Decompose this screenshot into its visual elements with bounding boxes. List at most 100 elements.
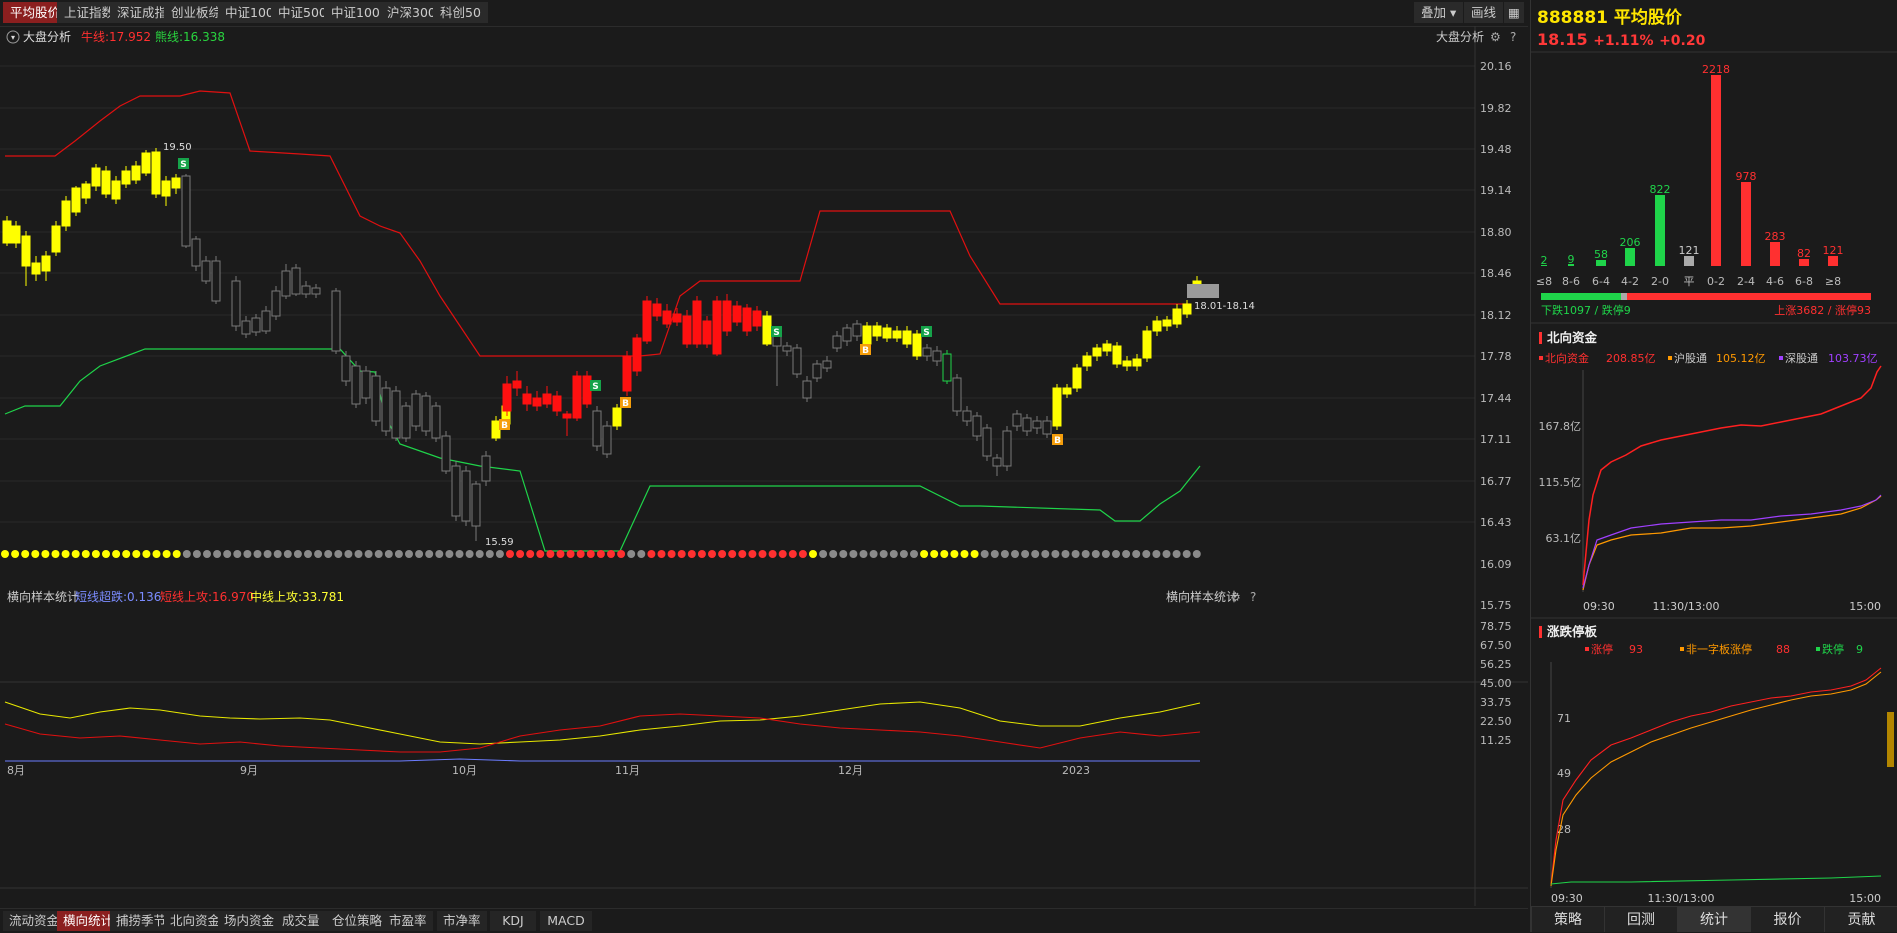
tab-kdj[interactable]: KDJ bbox=[490, 911, 536, 931]
down-ratio-bar bbox=[1541, 293, 1621, 300]
grid-icon[interactable]: ▦ bbox=[1504, 2, 1524, 23]
tab-northbound[interactable]: 北向资金 bbox=[164, 911, 227, 931]
candle-body bbox=[1122, 360, 1132, 367]
candle-body bbox=[602, 425, 612, 455]
status-dot bbox=[647, 550, 656, 558]
status-dot bbox=[516, 550, 525, 558]
limit-title: 涨跌停板 bbox=[1547, 624, 1598, 639]
last-range-label: 18.01-18.14 bbox=[1194, 301, 1255, 312]
kline-chart[interactable]: ▾ 大盘分析 牛线:17.952 熊线:16.338 大盘分析 ⚙ ? 20.1… bbox=[0, 26, 1528, 906]
candle-body bbox=[502, 383, 512, 412]
status-dot bbox=[697, 550, 706, 558]
tab-floor-funds[interactable]: 场内资金 bbox=[218, 911, 281, 931]
status-dot bbox=[132, 550, 141, 558]
status-dot bbox=[81, 550, 90, 558]
svg-text:67.50: 67.50 bbox=[1480, 639, 1512, 652]
svg-text:16.09: 16.09 bbox=[1480, 558, 1512, 571]
candle-body bbox=[872, 325, 882, 337]
draw-line-button[interactable]: 画线 bbox=[1464, 2, 1504, 23]
status-dot bbox=[253, 550, 262, 558]
settings-icon: ⚙ bbox=[1230, 590, 1241, 604]
svg-text:9: 9 bbox=[1856, 643, 1863, 656]
status-dot bbox=[556, 550, 565, 558]
status-dot bbox=[51, 550, 60, 558]
tab-pe[interactable]: 市盈率 bbox=[383, 911, 433, 931]
candle-body bbox=[582, 375, 592, 405]
svg-text:71: 71 bbox=[1557, 712, 1571, 725]
status-dot bbox=[536, 550, 545, 558]
candle-body bbox=[692, 300, 702, 345]
candle-body bbox=[662, 310, 672, 325]
candle-body bbox=[562, 413, 572, 419]
svg-text:167.8亿: 167.8亿 bbox=[1539, 420, 1582, 433]
tab-strategy[interactable]: 策略 bbox=[1531, 906, 1604, 932]
status-dot bbox=[1011, 550, 1019, 558]
tab-quote[interactable]: 报价 bbox=[1750, 906, 1824, 932]
candle-body bbox=[1172, 308, 1182, 325]
candle-body bbox=[1002, 430, 1012, 467]
svg-text:19.14: 19.14 bbox=[1480, 184, 1512, 197]
svg-text:115.5亿: 115.5亿 bbox=[1539, 476, 1582, 489]
svg-text:B: B bbox=[501, 421, 508, 431]
svg-text:15:00: 15:00 bbox=[1849, 892, 1881, 905]
status-dot bbox=[172, 550, 181, 558]
candle-body bbox=[792, 347, 802, 375]
svg-text:93: 93 bbox=[1629, 643, 1643, 656]
tab-fishing-season[interactable]: 捕捞季节 bbox=[110, 911, 173, 931]
tab-backtest[interactable]: 回测 bbox=[1604, 906, 1677, 932]
candle-body bbox=[982, 427, 992, 457]
candles bbox=[2, 148, 1202, 541]
candle-body bbox=[311, 287, 321, 295]
north-title: 北向资金 bbox=[1547, 330, 1598, 345]
up-ratio-bar bbox=[1627, 293, 1871, 300]
status-dot bbox=[738, 550, 747, 558]
tab-star50[interactable]: 科创50 bbox=[433, 2, 488, 23]
candle-body bbox=[141, 152, 151, 174]
tab-liquidity[interactable]: 流动资金 bbox=[3, 911, 66, 931]
svg-text:49: 49 bbox=[1557, 767, 1571, 780]
status-dot bbox=[546, 550, 555, 558]
svg-text:S: S bbox=[923, 328, 929, 338]
indicator-header: ▾ 大盘分析 牛线:17.952 熊线:16.338 大盘分析 ⚙ ? bbox=[6, 29, 1516, 44]
indicator-name: 大盘分析 bbox=[23, 29, 71, 44]
tab-pb[interactable]: 市净率 bbox=[437, 911, 487, 931]
svg-text:206: 206 bbox=[1620, 236, 1641, 249]
scrollbar[interactable] bbox=[1887, 712, 1894, 767]
tab-volume[interactable]: 成交量 bbox=[276, 911, 326, 931]
overlay-button[interactable]: 叠加 ▾ bbox=[1414, 2, 1464, 23]
candle-body bbox=[371, 375, 381, 422]
svg-text:B: B bbox=[1054, 436, 1061, 446]
tab-statistics[interactable]: 统计 bbox=[1677, 906, 1750, 932]
price-axis: 20.16 19.82 19.48 19.14 18.80 18.46 18.1… bbox=[1480, 60, 1512, 612]
status-dot bbox=[122, 550, 131, 558]
candle-body bbox=[271, 290, 281, 317]
candle-body bbox=[1192, 280, 1202, 285]
candle-body bbox=[391, 390, 401, 439]
candle-body bbox=[822, 360, 832, 369]
candle-body bbox=[892, 330, 902, 339]
candle-body bbox=[381, 387, 391, 432]
tab-position-strategy[interactable]: 仓位策略 bbox=[326, 911, 389, 931]
status-dot bbox=[869, 550, 878, 558]
candle-body bbox=[912, 333, 922, 357]
last-price-box bbox=[1187, 284, 1219, 298]
candle-body bbox=[552, 395, 562, 412]
tab-macd[interactable]: MACD bbox=[540, 911, 592, 931]
candle-body bbox=[461, 470, 471, 522]
tab-contribution[interactable]: 贡献 bbox=[1824, 906, 1897, 932]
status-dot bbox=[768, 550, 777, 558]
status-dot bbox=[607, 550, 615, 558]
candle-body bbox=[1052, 387, 1062, 427]
candle-body bbox=[301, 285, 311, 295]
candle-body bbox=[1082, 355, 1092, 367]
candle-body bbox=[1012, 413, 1022, 427]
non-one-word-limit-up-line bbox=[1550, 671, 1882, 887]
status-dot bbox=[233, 550, 242, 558]
status-dot bbox=[1051, 550, 1060, 558]
svg-text:16.43: 16.43 bbox=[1480, 516, 1512, 529]
limit-up-line bbox=[1550, 667, 1882, 885]
candle-body bbox=[1042, 420, 1052, 435]
candle-body bbox=[852, 323, 862, 337]
svg-text:10月: 10月 bbox=[452, 764, 477, 777]
candle-body bbox=[11, 225, 21, 244]
